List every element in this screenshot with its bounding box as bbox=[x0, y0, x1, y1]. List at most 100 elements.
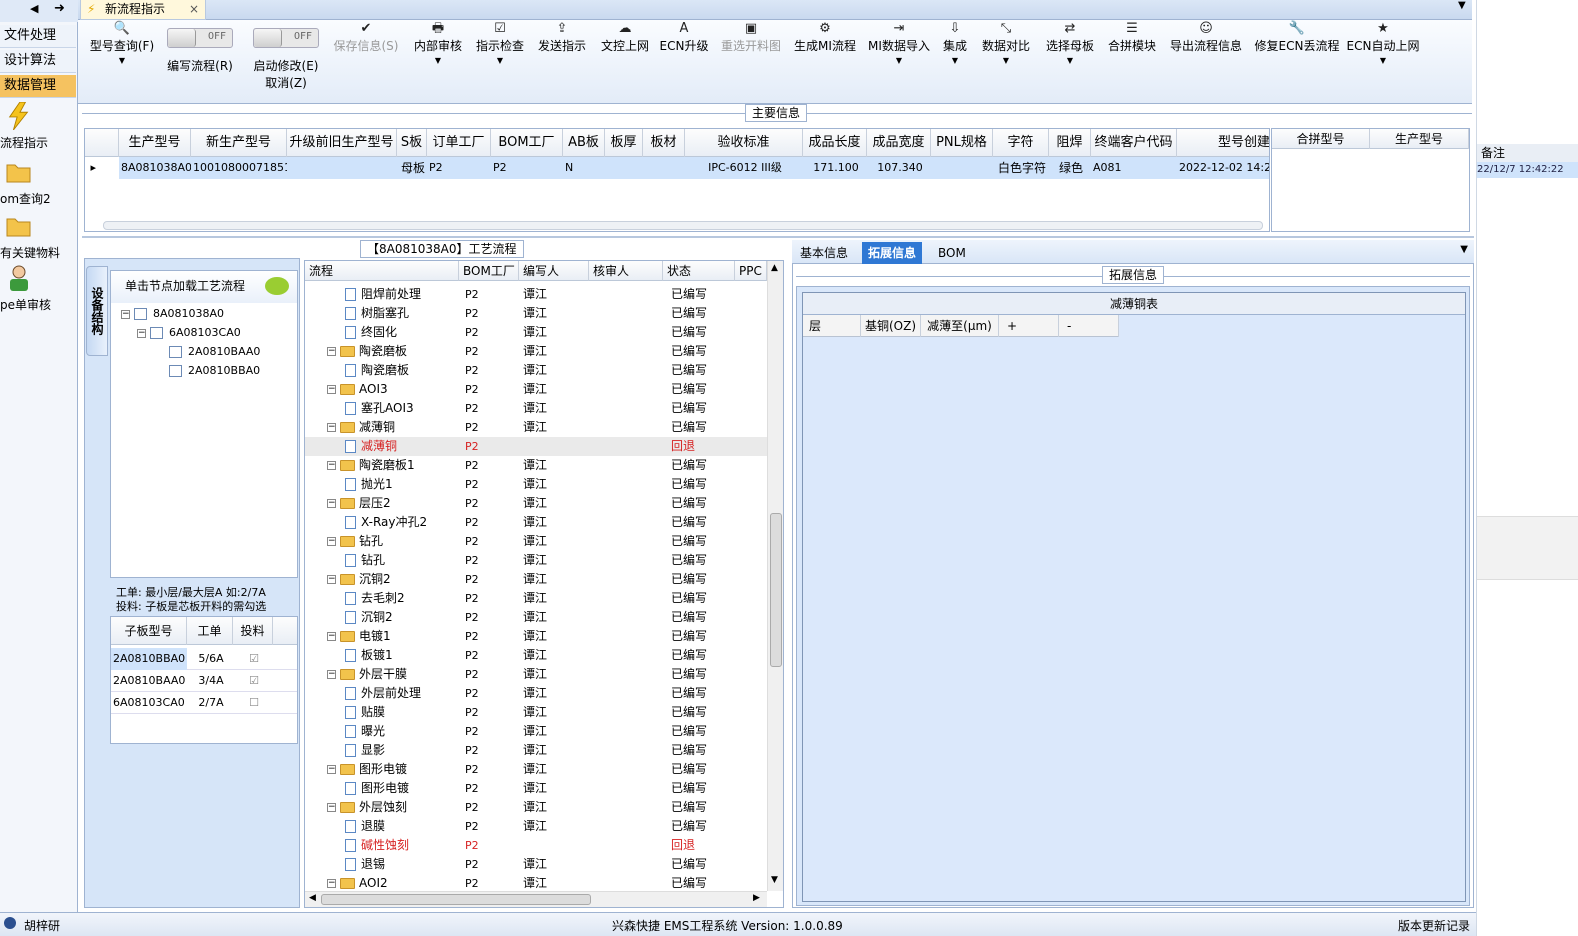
collapse-icon[interactable]: − bbox=[327, 347, 336, 356]
sub-board-grid[interactable]: 子板型号 工单 投料 2A0810BBA0 5/6A ☑ 2A0810BAA0 … bbox=[110, 616, 298, 744]
toggle-switch[interactable]: OFF bbox=[253, 28, 319, 48]
toggle-switch[interactable]: OFF bbox=[167, 28, 233, 48]
nav-tab-data[interactable]: 数据管理 bbox=[0, 75, 76, 98]
table-row[interactable]: − 沉铜2 P2 谭江 已编写 bbox=[305, 570, 767, 589]
col-header[interactable]: AB板 bbox=[563, 129, 605, 157]
collapse-icon[interactable]: − bbox=[327, 670, 336, 679]
collapse-icon[interactable]: − bbox=[327, 803, 336, 812]
nav-item-key-material[interactable]: 有关键物料 bbox=[0, 212, 76, 262]
col-header[interactable]: 投料 bbox=[233, 617, 273, 645]
table-row[interactable]: 图形电镀 P2 谭江 已编写 bbox=[305, 779, 767, 798]
process-flow-grid[interactable]: 流程 BOM工厂 编写人 核审人 状态 PPC 阻焊前处理 P2 谭江 已编写 树脂塞孔… bbox=[304, 260, 784, 908]
collapse-icon[interactable]: − bbox=[327, 879, 336, 888]
tree-node[interactable]: −6A08103CA0 bbox=[137, 324, 241, 342]
table-row[interactable]: 终固化 P2 谭江 已编写 bbox=[305, 323, 767, 342]
model-query-button[interactable]: 🔍 型号查询(F) ▼ bbox=[86, 20, 158, 90]
table-row[interactable]: 显影 P2 谭江 已编写 bbox=[305, 741, 767, 760]
table-row[interactable]: 塞孔AOI3 P2 谭江 已编写 bbox=[305, 399, 767, 418]
login-arrow-icon[interactable]: ➜ bbox=[54, 1, 65, 16]
table-row[interactable]: 6A08103CA0 2/7A ☐ bbox=[111, 692, 297, 714]
table-row[interactable]: − 图形电镀 P2 谭江 已编写 bbox=[305, 760, 767, 779]
reselect-cut-button[interactable]: ▣ 重选开料图 bbox=[718, 20, 784, 90]
table-row[interactable]: 退锡 P2 谭江 已编写 bbox=[305, 855, 767, 874]
table-row[interactable]: − 电镀1 P2 谭江 已编写 bbox=[305, 627, 767, 646]
table-row[interactable]: 碱性蚀刻 P2 回退 bbox=[305, 836, 767, 855]
scroll-thumb[interactable] bbox=[770, 513, 782, 667]
merge-module-button[interactable]: ☰ 合拼模块 bbox=[1104, 20, 1160, 90]
structure-tree[interactable]: 单击节点加载工艺流程 −8A081038A0 −6A08103CA0 2A081… bbox=[110, 270, 298, 578]
horizontal-scrollbar[interactable]: ◀ ▶ bbox=[305, 891, 767, 907]
table-row[interactable]: 陶瓷磨板 P2 谭江 已编写 bbox=[305, 361, 767, 380]
col-header[interactable]: S板 bbox=[397, 129, 427, 157]
scroll-thumb[interactable] bbox=[321, 894, 591, 905]
table-row[interactable]: 树脂塞孔 P2 谭江 已编写 bbox=[305, 304, 767, 323]
tree-node[interactable]: 2A0810BBA0 bbox=[169, 362, 260, 380]
start-modify-toggle[interactable]: OFF 启动修改(E) 取消(Z) bbox=[246, 28, 326, 91]
table-row[interactable]: 去毛刺2 P2 谭江 已编写 bbox=[305, 589, 767, 608]
update-log-link[interactable]: 版本更新记录 bbox=[1398, 917, 1470, 934]
tab-extended-info[interactable]: 拓展信息 bbox=[862, 242, 923, 264]
col-header[interactable]: 流程 bbox=[305, 261, 459, 281]
add-row-button[interactable]: + bbox=[999, 315, 1059, 337]
table-row[interactable]: X-Ray冲孔2 P2 谭江 已编写 bbox=[305, 513, 767, 532]
table-row[interactable]: 2A0810BAA0 3/4A ☑ bbox=[111, 670, 297, 692]
table-row[interactable]: 沉铜2 P2 谭江 已编写 bbox=[305, 608, 767, 627]
data-compare-button[interactable]: ⤡ 数据对比 ▼ bbox=[978, 20, 1034, 90]
table-row[interactable]: − 外层蚀刻 P2 谭江 已编写 bbox=[305, 798, 767, 817]
collapse-icon[interactable]: − bbox=[327, 385, 336, 394]
tab-basic-info[interactable]: 基本信息 bbox=[794, 242, 854, 264]
structure-vertical-tab[interactable]: 设备结构 bbox=[86, 266, 108, 356]
thin-copper-table[interactable]: 减薄铜表 层 基铜(OZ) 减薄至(μm) + - bbox=[802, 292, 1466, 902]
back-arrow-icon[interactable]: ◀ bbox=[30, 2, 38, 15]
col-header[interactable]: 成品宽度 bbox=[867, 129, 931, 157]
col-header[interactable]: 板材 bbox=[643, 129, 685, 157]
edit-flow-toggle[interactable]: OFF 编写流程(R) bbox=[162, 28, 238, 74]
col-header[interactable]: BOM工厂 bbox=[459, 261, 519, 281]
collapse-icon[interactable]: − bbox=[327, 499, 336, 508]
col-header[interactable]: 生产型号 bbox=[119, 129, 191, 157]
tree-node[interactable]: 2A0810BAA0 bbox=[169, 343, 260, 361]
checkbox-checked-icon[interactable]: ☑ bbox=[233, 648, 273, 670]
nav-tab-file[interactable]: 文件处理 bbox=[0, 25, 76, 48]
col-header[interactable]: BOM工厂 bbox=[491, 129, 563, 157]
col-header[interactable]: 订单工厂 bbox=[427, 129, 491, 157]
internal-review-button[interactable]: 🖶 内部审核 ▼ bbox=[410, 20, 466, 90]
cancel-label[interactable]: 取消(Z) bbox=[246, 74, 326, 91]
doc-tab[interactable]: ⚡ 新流程指示 × bbox=[80, 0, 206, 20]
splitter[interactable] bbox=[82, 236, 1474, 238]
scroll-up-icon[interactable]: ▲ bbox=[771, 263, 778, 273]
integrate-button[interactable]: ⇩ 集成 ▼ bbox=[938, 20, 972, 90]
checkbox-checked-icon[interactable]: ☑ bbox=[233, 670, 273, 692]
close-icon[interactable]: × bbox=[189, 0, 199, 18]
col-header[interactable]: 升级前旧生产型号 bbox=[287, 129, 397, 157]
col-header[interactable]: 验收标准 bbox=[685, 129, 803, 157]
checkbox-unchecked-icon[interactable]: ☐ bbox=[233, 692, 273, 714]
col-header[interactable]: 字符 bbox=[993, 129, 1049, 157]
remove-row-button[interactable]: - bbox=[1059, 315, 1119, 337]
col-header[interactable]: 状态 bbox=[663, 261, 735, 281]
mi-import-button[interactable]: ⇥ MI数据导入 ▼ bbox=[866, 20, 932, 90]
check-instruction-button[interactable]: ☑ 指示检查 ▼ bbox=[474, 20, 526, 90]
col-header[interactable]: 减薄至(μm) bbox=[921, 315, 999, 337]
col-header[interactable]: 编写人 bbox=[519, 261, 589, 281]
col-header[interactable]: PPC bbox=[735, 261, 767, 281]
table-row[interactable]: ▸ 8A081038A0 10010800071851 母板 P2 P2 N I… bbox=[85, 157, 1269, 179]
col-header[interactable]: 子板型号 bbox=[111, 617, 187, 645]
gen-mi-flow-button[interactable]: ⚙ 生成MI流程 bbox=[792, 20, 858, 90]
col-header[interactable]: 合拼型号 bbox=[1272, 129, 1370, 149]
col-header[interactable]: PNL规格 bbox=[931, 129, 993, 157]
collapse-icon[interactable]: − bbox=[327, 423, 336, 432]
chevron-down-icon[interactable]: ▼ bbox=[1460, 244, 1468, 255]
col-header[interactable]: 核审人 bbox=[589, 261, 663, 281]
scroll-left-icon[interactable]: ◀ bbox=[309, 893, 316, 903]
col-header[interactable]: 工单 bbox=[187, 617, 233, 645]
export-flow-button[interactable]: ☺ 导出流程信息 bbox=[1166, 20, 1246, 90]
col-header[interactable]: 生产型号 bbox=[1370, 129, 1469, 149]
table-row[interactable]: 板镀1 P2 谭江 已编写 bbox=[305, 646, 767, 665]
horizontal-scrollbar[interactable] bbox=[103, 221, 1263, 230]
col-header[interactable]: 成品长度 bbox=[803, 129, 867, 157]
table-row[interactable]: 曝光 P2 谭江 已编写 bbox=[305, 722, 767, 741]
table-row[interactable]: 贴膜 P2 谭江 已编写 bbox=[305, 703, 767, 722]
table-row[interactable]: − 陶瓷磨板1 P2 谭江 已编写 bbox=[305, 456, 767, 475]
doc-control-button[interactable]: ☁ 文控上网 bbox=[598, 20, 652, 90]
